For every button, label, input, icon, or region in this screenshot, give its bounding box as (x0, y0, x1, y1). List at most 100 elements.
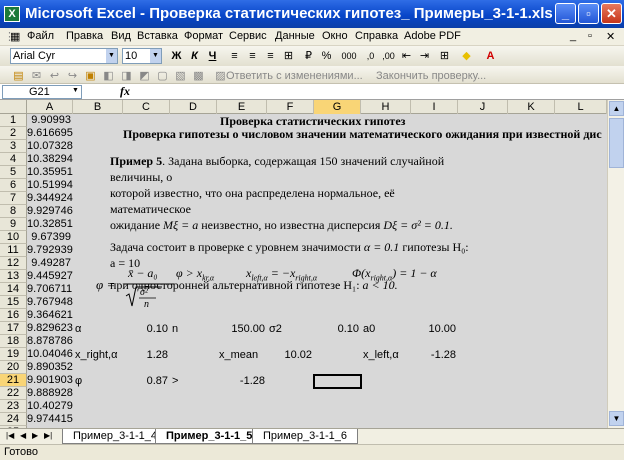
cell-a12[interactable]: 9.49287 (27, 257, 71, 270)
chevron-down-icon[interactable]: ▼ (72, 87, 79, 94)
show-comments-icon[interactable]: ▩ (190, 68, 207, 84)
menu-view[interactable]: Вид (111, 30, 131, 42)
accept-icon[interactable]: ◨ (118, 68, 135, 84)
cell-e21[interactable]: -1.28 (217, 375, 265, 388)
cell-a10[interactable]: 9.67399 (27, 231, 71, 244)
column-header-i[interactable]: I (411, 100, 458, 114)
menu-tools[interactable]: Сервис (229, 30, 267, 42)
forward-icon[interactable]: ↪ (64, 68, 81, 84)
cell-a9[interactable]: 10.32851 (27, 218, 73, 231)
first-sheet-icon[interactable]: |◀ (6, 431, 14, 440)
row-header-1[interactable]: 1 (0, 114, 27, 127)
cell-b17[interactable]: α (75, 323, 81, 336)
cell-c19[interactable]: 1.28 (123, 349, 168, 362)
open-icon[interactable]: ▤ (10, 68, 27, 84)
cell-a13[interactable]: 9.445927 (27, 270, 73, 283)
font-size-select[interactable]: 10 ▼ (122, 48, 162, 64)
cell-h19[interactable]: x_left,α (363, 349, 399, 362)
cell-d17[interactable]: n (172, 323, 178, 336)
column-header-a[interactable]: A (27, 100, 73, 114)
column-header-e[interactable]: E (217, 100, 267, 114)
cell-a8[interactable]: 9.929746 (27, 205, 73, 218)
doc-close-button[interactable]: ✕ (606, 30, 615, 43)
excel-doc-icon[interactable]: ▦ (10, 30, 20, 43)
column-header-b[interactable]: B (73, 100, 123, 114)
cell-a19[interactable]: 10.04046 (27, 348, 73, 361)
x-left-formula[interactable]: xleft,α = −xright,α (246, 266, 317, 282)
row-header-17[interactable]: 17 (0, 322, 27, 335)
merge-center-icon[interactable]: ⊞ (280, 48, 297, 64)
column-header-j[interactable]: J (458, 100, 508, 114)
row-header-7[interactable]: 7 (0, 192, 27, 205)
menu-adobe-pdf[interactable]: Adobe PDF (404, 30, 461, 42)
track-icon[interactable]: ◧ (100, 68, 117, 84)
column-header-l[interactable]: L (555, 100, 607, 114)
borders-icon[interactable]: ⊞ (436, 48, 453, 64)
doc-restore-button[interactable]: ▫ (588, 30, 592, 42)
cell-a1[interactable]: 9.90993 (27, 114, 71, 127)
row-header-10[interactable]: 10 (0, 231, 27, 244)
minimize-button[interactable]: _ (555, 3, 576, 24)
row-header-11[interactable]: 11 (0, 244, 27, 257)
row-header-16[interactable]: 16 (0, 309, 27, 322)
row-header-9[interactable]: 9 (0, 218, 27, 231)
row-header-24[interactable]: 24 (0, 413, 27, 426)
cell-a20[interactable]: 9.890352 (27, 361, 73, 374)
last-sheet-icon[interactable]: ▶| (44, 431, 52, 440)
row-header-22[interactable]: 22 (0, 387, 27, 400)
menu-help[interactable]: Справка (355, 30, 398, 42)
row-header-2[interactable]: 2 (0, 127, 27, 140)
prev-sheet-icon[interactable]: ◀ (20, 431, 26, 440)
italic-button[interactable]: К (186, 48, 203, 64)
column-header-c[interactable]: C (123, 100, 170, 114)
menu-file[interactable]: Файл (27, 30, 54, 42)
increase-indent-icon[interactable]: ⇥ (416, 48, 433, 64)
align-right-icon[interactable]: ≡ (262, 48, 279, 64)
sheet-tab-4[interactable]: Пример_3-1-1_4 (62, 429, 168, 444)
cell-a14[interactable]: 9.706711 (27, 283, 72, 296)
sheet-heading[interactable]: Проверка статистических гипотез (220, 115, 405, 128)
cell-g17[interactable]: 0.10 (314, 323, 359, 336)
scroll-down-icon[interactable]: ▼ (609, 411, 624, 426)
cell-c17[interactable]: 0.10 (123, 323, 168, 336)
cell-a17[interactable]: 9.829623 (27, 322, 73, 335)
critical-formula[interactable]: φ > xkr,α (176, 266, 214, 282)
cell-a11[interactable]: 9.792939 (27, 244, 73, 257)
row-header-18[interactable]: 18 (0, 335, 27, 348)
fx-icon[interactable]: fx (120, 84, 130, 99)
column-header-g[interactable]: G (314, 100, 361, 114)
cell-b19[interactable]: x_right,α (75, 349, 117, 362)
folder-icon[interactable]: ▣ (82, 68, 99, 84)
row-header-13[interactable]: 13 (0, 270, 27, 283)
cell-a23[interactable]: 10.40279 (27, 400, 73, 413)
sheet-subheading[interactable]: Проверка гипотезы о числовом значении ма… (123, 128, 607, 141)
row-header-15[interactable]: 15 (0, 296, 27, 309)
cell-f17[interactable]: σ2 (269, 323, 282, 336)
decrease-indent-icon[interactable]: ⇤ (398, 48, 415, 64)
cell-a6[interactable]: 10.51994 (27, 179, 73, 192)
cell-h17[interactable]: a0 (363, 323, 375, 336)
cell-a5[interactable]: 10.35951 (27, 166, 73, 179)
cell-a24[interactable]: 9.974415 (27, 413, 73, 426)
comment-icon[interactable]: ▢ (154, 68, 171, 84)
thousands-button[interactable]: 000 (338, 48, 360, 64)
cell-a21[interactable]: 9.901903 (27, 374, 73, 387)
row-header-5[interactable]: 5 (0, 166, 27, 179)
cell-e17[interactable]: 150.00 (217, 323, 265, 336)
cell-f19[interactable]: 10.02 (267, 349, 312, 362)
reply-icon[interactable]: ↩ (46, 68, 63, 84)
cell-a2[interactable]: 9.616695 (27, 127, 73, 140)
cell-a7[interactable]: 9.344924 (27, 192, 73, 205)
column-header-k[interactable]: K (508, 100, 555, 114)
maximize-button[interactable]: ▫ (578, 3, 599, 24)
font-name-select[interactable]: Arial Cyr ▼ (10, 48, 118, 64)
bold-button[interactable]: Ж (168, 48, 185, 64)
scroll-up-icon[interactable]: ▲ (609, 101, 624, 116)
row-header-21[interactable]: 21 (0, 374, 27, 387)
next-sheet-icon[interactable]: ▶ (32, 431, 38, 440)
row-header-6[interactable]: 6 (0, 179, 27, 192)
cell-b21[interactable]: φ (75, 375, 82, 388)
formula-input[interactable] (140, 85, 620, 99)
vertical-scrollbar[interactable]: ▲ ▼ (607, 100, 624, 428)
end-review-button[interactable]: Закончить проверку... (376, 68, 486, 84)
